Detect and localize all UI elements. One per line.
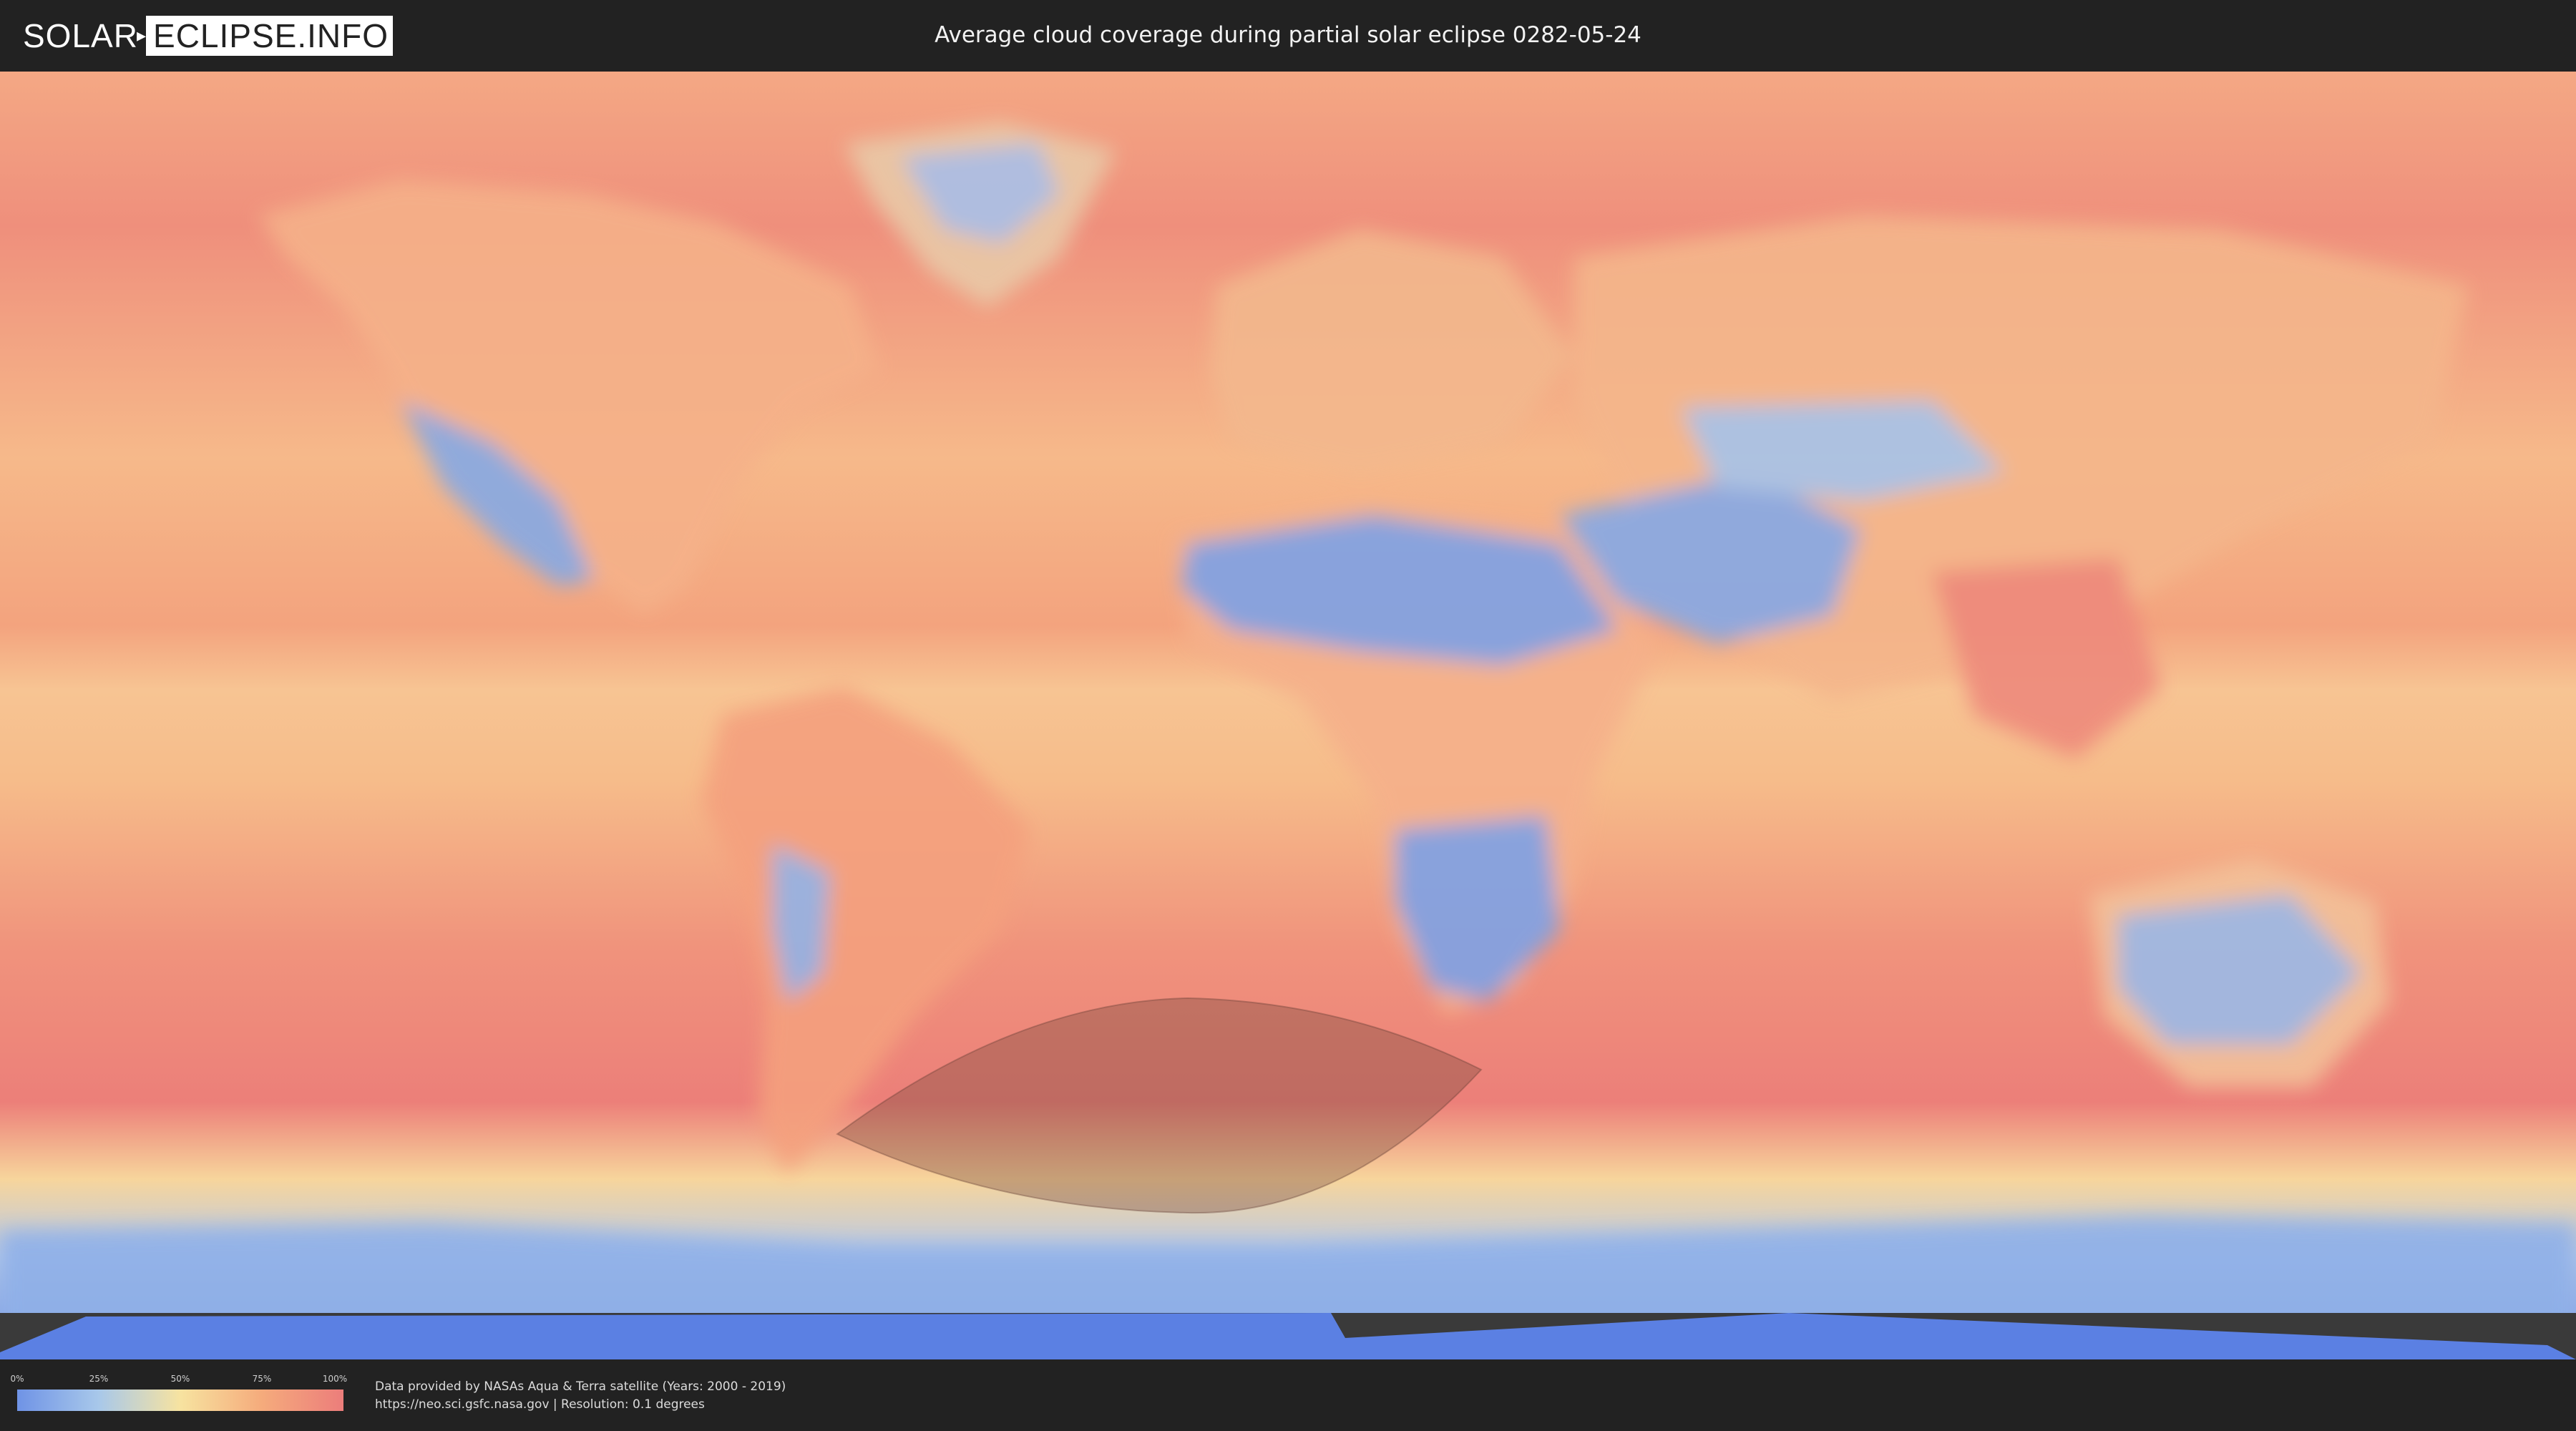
header-bar: SOLAR ▸ ECLIPSE.INFO Average cloud cover…: [0, 0, 2576, 72]
legend-tick-25: 25%: [89, 1374, 109, 1384]
legend-tick-100: 100%: [322, 1374, 348, 1384]
data-credits: Data provided by NASAs Aqua & Terra sate…: [375, 1378, 786, 1414]
legend-tick-75: 75%: [252, 1374, 272, 1384]
legend-tick-50: 50%: [170, 1374, 190, 1384]
legend-color-scale: [17, 1390, 343, 1411]
credits-line-source: Data provided by NASAs Aqua & Terra sate…: [375, 1379, 786, 1394]
credits-line-url[interactable]: https://neo.sci.gsfc.nasa.gov | Resoluti…: [375, 1396, 786, 1414]
cloud-coverage-world-map: [0, 72, 2576, 1359]
page-title: Average cloud coverage during partial so…: [935, 22, 1641, 48]
legend-tick-0: 0%: [10, 1374, 24, 1384]
